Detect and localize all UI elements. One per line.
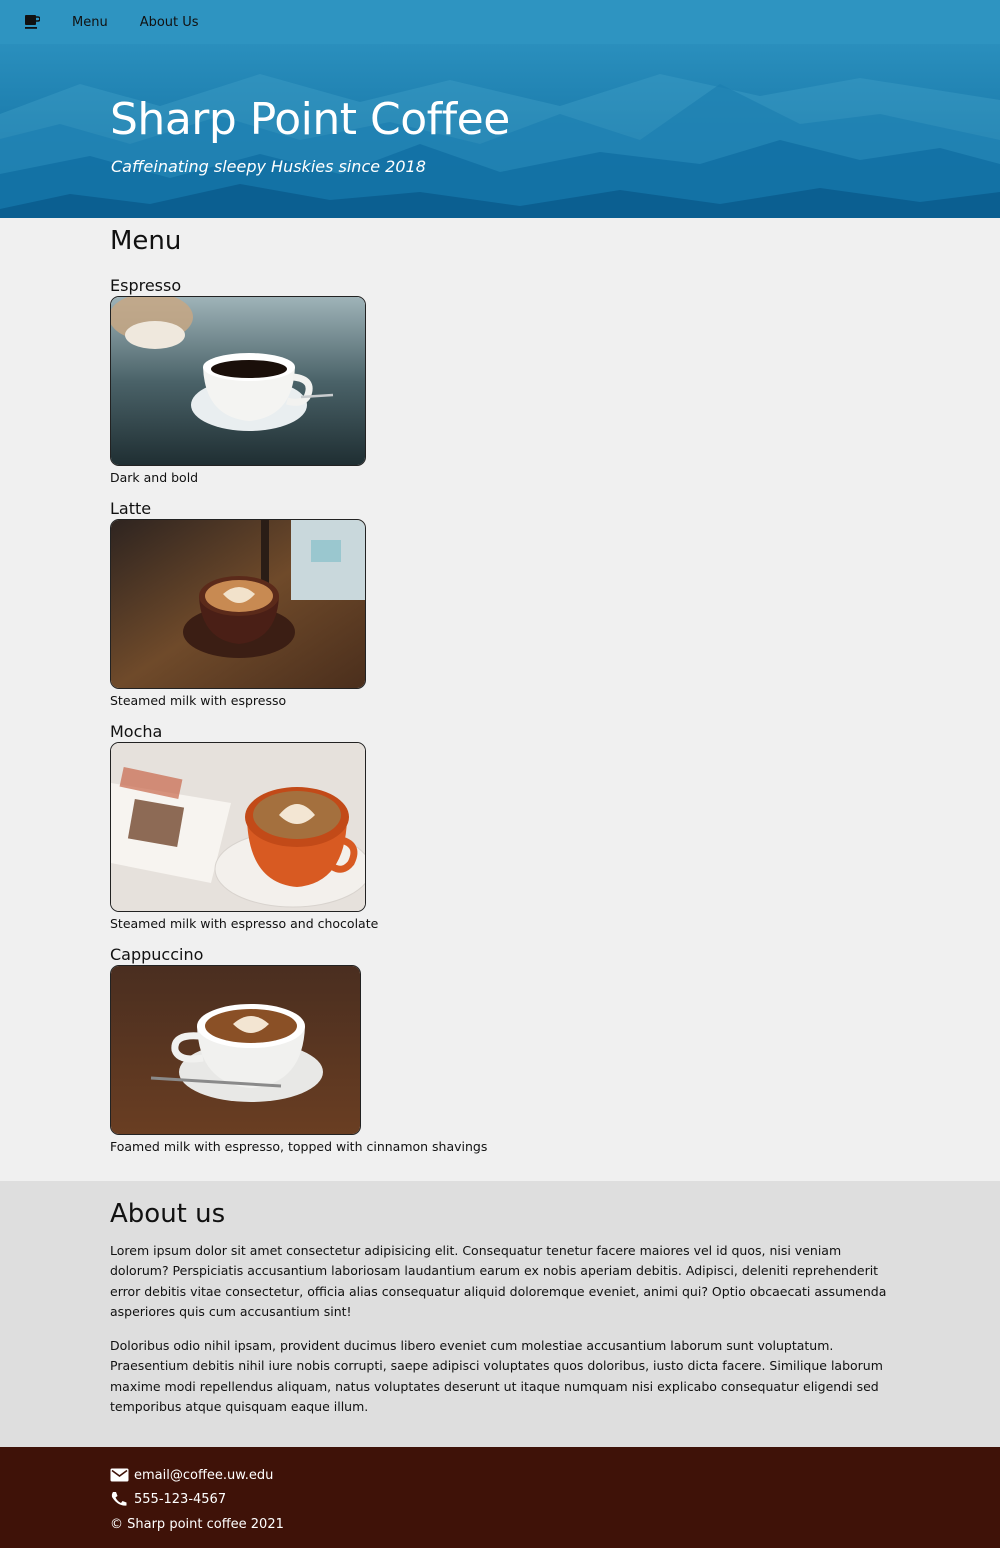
mocha-photo xyxy=(110,742,366,912)
site-title: Sharp Point Coffee xyxy=(110,94,510,145)
menu-item: Mocha Steamed milk with espresso and cho… xyxy=(110,722,378,931)
mail-icon xyxy=(110,1467,129,1483)
footer-phone: 555-123-4567 xyxy=(110,1491,226,1507)
hero-banner: Sharp Point Coffee Caffeinating sleepy H… xyxy=(0,44,1000,218)
menu-item: Latte Steamed milk with espresso xyxy=(110,499,366,708)
about-paragraph: Lorem ipsum dolor sit amet consectetur a… xyxy=(110,1243,887,1319)
menu-item-description: Steamed milk with espresso xyxy=(110,693,287,708)
menu-item-name: Cappuccino xyxy=(110,945,204,964)
phone-link[interactable]: 555-123-4567 xyxy=(134,1492,226,1507)
footer-copyright: © Sharp point coffee 2021 xyxy=(110,1517,284,1532)
cappuccino-photo xyxy=(110,965,361,1135)
espresso-photo xyxy=(110,296,366,466)
menu-item-name: Mocha xyxy=(110,722,163,741)
phone-icon xyxy=(110,1491,129,1507)
menu-item-description: Steamed milk with espresso and chocolate xyxy=(110,916,379,931)
nav-link-about-us[interactable]: About Us xyxy=(140,15,199,30)
menu-item: Espresso Dark and bold xyxy=(110,276,366,485)
menu-item-description: Dark and bold xyxy=(110,470,199,485)
menu-item-name: Latte xyxy=(110,499,152,518)
menu-item-description: Foamed milk with espresso, topped with c… xyxy=(110,1139,488,1154)
nav-link-menu[interactable]: Menu xyxy=(72,15,108,30)
coffee-cup-icon[interactable] xyxy=(24,14,41,30)
about-heading: About us xyxy=(110,1199,226,1229)
top-navbar: Menu About Us xyxy=(0,0,1000,44)
menu-item: Cappuccino Foamed milk with espresso, to… xyxy=(110,945,487,1154)
menu-section: Menu Espresso Dark and bold Latte Steame… xyxy=(110,226,900,1154)
footer: email@coffee.uw.edu 555-123-4567 © Sharp… xyxy=(0,1447,1000,1548)
about-section: About us Lorem ipsum dolor sit amet cons… xyxy=(0,1181,1000,1447)
copyright-text: © Sharp point coffee 2021 xyxy=(110,1517,284,1532)
about-paragraph: Doloribus odio nihil ipsam, provident du… xyxy=(110,1338,883,1415)
menu-item-name: Espresso xyxy=(110,276,182,295)
email-link[interactable]: email@coffee.uw.edu xyxy=(134,1468,273,1483)
latte-photo xyxy=(110,519,366,689)
menu-heading: Menu xyxy=(110,226,182,256)
footer-email: email@coffee.uw.edu xyxy=(110,1467,273,1483)
site-tagline: Caffeinating sleepy Huskies since 2018 xyxy=(111,157,426,176)
